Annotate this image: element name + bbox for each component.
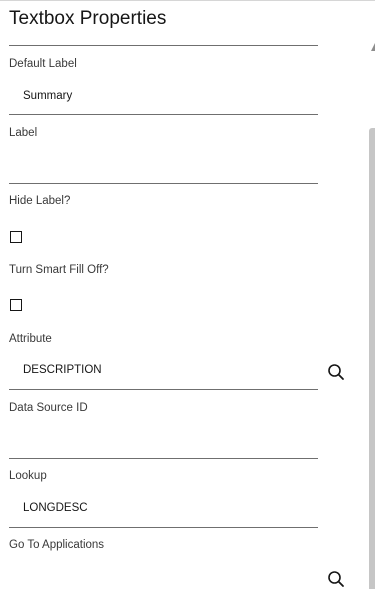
search-icon[interactable]: [327, 570, 345, 588]
lookup-label: Lookup: [9, 470, 47, 482]
attribute-label: Attribute: [9, 333, 52, 345]
hide-label-checkbox[interactable]: [10, 231, 22, 243]
attribute-input[interactable]: DESCRIPTION: [23, 364, 102, 376]
go-to-applications-input[interactable]: [23, 570, 313, 586]
lookup-underline: [9, 527, 318, 528]
lookup-input[interactable]: LONGDESC: [23, 502, 88, 514]
default-label-input[interactable]: Summary: [23, 90, 72, 102]
scrollbar-thumb[interactable]: [369, 128, 375, 589]
smart-fill-off-label: Turn Smart Fill Off?: [9, 264, 109, 276]
default-label-label: Default Label: [9, 58, 77, 70]
panel-title: Textbox Properties: [9, 8, 167, 29]
scroll-up-arrow[interactable]: [371, 43, 375, 51]
default-label-underline: [9, 114, 318, 115]
label-underline: [9, 183, 318, 184]
go-to-applications-label: Go To Applications: [9, 539, 105, 551]
data-source-id-underline: [9, 458, 318, 459]
label-input[interactable]: [23, 159, 313, 175]
title-divider: [9, 45, 318, 46]
search-icon[interactable]: [327, 363, 345, 381]
smart-fill-off-checkbox[interactable]: [10, 299, 22, 311]
top-border: [0, 0, 375, 1]
data-source-id-label: Data Source ID: [9, 402, 88, 414]
hide-label-label: Hide Label?: [9, 195, 71, 207]
attribute-underline: [9, 389, 318, 390]
data-source-id-input[interactable]: [23, 433, 313, 449]
label-label: Label: [9, 127, 38, 139]
